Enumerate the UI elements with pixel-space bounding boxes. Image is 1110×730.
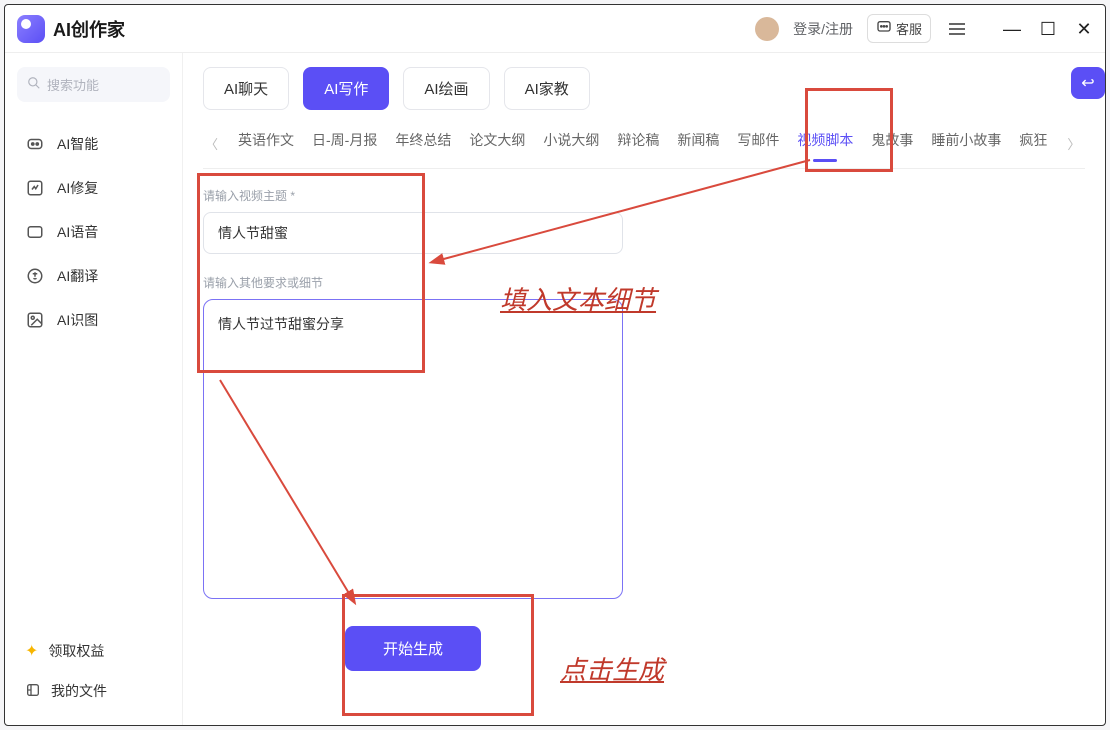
detail-textarea[interactable]: [203, 299, 623, 599]
image-icon: [25, 310, 45, 330]
sidebar-item-label: AI修复: [57, 178, 98, 198]
sparkle-icon: [25, 134, 45, 154]
app-title: AI创作家: [53, 16, 125, 42]
folder-icon: [25, 682, 41, 701]
subcategory-row: 〈 英语作文 日-周-月报 年终总结 论文大纲 小说大纲 辩论稿 新闻稿 写邮件…: [203, 124, 1085, 169]
return-button[interactable]: ↩: [1071, 67, 1105, 99]
sidebar-item-ai-voice[interactable]: AI语音: [17, 210, 170, 254]
topic-input[interactable]: [203, 212, 623, 254]
sidebar-item-ai-smart[interactable]: AI智能: [17, 122, 170, 166]
subcat-thesis[interactable]: 论文大纲: [469, 130, 525, 156]
sidebar-item-ai-translate[interactable]: AI翻译: [17, 254, 170, 298]
translate-icon: [25, 266, 45, 286]
subcat-crazy[interactable]: 疯狂: [1019, 130, 1047, 156]
search-icon: [27, 76, 41, 93]
my-files-label: 我的文件: [51, 681, 107, 701]
subcat-bedtime[interactable]: 睡前小故事: [931, 130, 1001, 156]
support-label: 客服: [896, 19, 922, 38]
voice-icon: [25, 222, 45, 242]
subcat-year-summary[interactable]: 年终总结: [395, 130, 451, 156]
chat-icon: [876, 19, 892, 38]
vip-link[interactable]: ✦ 领取权益: [17, 631, 170, 671]
repair-icon: [25, 178, 45, 198]
topic-label: 请输入视频主题 *: [203, 187, 623, 204]
vip-icon: ✦: [25, 641, 38, 661]
tab-ai-draw[interactable]: AI绘画: [403, 67, 489, 110]
close-button[interactable]: ✕: [1075, 20, 1093, 38]
sidebar-item-label: AI智能: [57, 134, 98, 154]
detail-label: 请输入其他要求或细节: [203, 274, 623, 291]
my-files-link[interactable]: 我的文件: [17, 671, 170, 711]
sidebar-item-label: AI翻译: [57, 266, 98, 286]
generate-button[interactable]: 开始生成: [345, 626, 481, 671]
subcat-email[interactable]: 写邮件: [737, 130, 779, 156]
tab-ai-write[interactable]: AI写作: [303, 67, 389, 110]
subcat-video-script[interactable]: 视频脚本: [797, 130, 853, 156]
minimize-button[interactable]: —: [1003, 20, 1021, 38]
app-window: AI创作家 登录/注册 客服 — ☐ ✕ 搜索功能: [4, 4, 1106, 726]
vip-label: 领取权益: [48, 641, 104, 661]
menu-icon[interactable]: [945, 19, 969, 39]
search-input[interactable]: 搜索功能: [17, 67, 170, 102]
tab-ai-chat[interactable]: AI聊天: [203, 67, 289, 110]
login-link[interactable]: 登录/注册: [793, 19, 853, 39]
subcat-report[interactable]: 日-周-月报: [312, 130, 377, 156]
chevron-right-icon[interactable]: 〉: [1065, 134, 1082, 153]
subcat-news[interactable]: 新闻稿: [677, 130, 719, 156]
support-button[interactable]: 客服: [867, 14, 931, 43]
sidebar-item-ai-image[interactable]: AI识图: [17, 298, 170, 342]
sidebar-item-label: AI识图: [57, 310, 98, 330]
subcat-debate[interactable]: 辩论稿: [617, 130, 659, 156]
app-logo-icon: [17, 15, 45, 43]
subcat-english[interactable]: 英语作文: [238, 130, 294, 156]
sidebar-item-ai-repair[interactable]: AI修复: [17, 166, 170, 210]
maximize-button[interactable]: ☐: [1039, 20, 1057, 38]
main-panel: ↩ AI聊天 AI写作 AI绘画 AI家教 〈 英语作文 日-周-月报 年终总结…: [183, 53, 1105, 725]
sidebar: 搜索功能 AI智能 AI修复 AI语音 AI翻译 AI识图: [5, 53, 183, 725]
subcat-novel[interactable]: 小说大纲: [543, 130, 599, 156]
titlebar: AI创作家 登录/注册 客服 — ☐ ✕: [5, 5, 1105, 53]
subcat-ghost[interactable]: 鬼故事: [871, 130, 913, 156]
mode-tabs: AI聊天 AI写作 AI绘画 AI家教: [203, 67, 1085, 110]
tab-ai-tutor[interactable]: AI家教: [504, 67, 590, 110]
avatar[interactable]: [755, 17, 779, 41]
sidebar-item-label: AI语音: [57, 222, 98, 242]
search-placeholder: 搜索功能: [47, 75, 99, 94]
chevron-left-icon[interactable]: 〈: [203, 134, 220, 153]
